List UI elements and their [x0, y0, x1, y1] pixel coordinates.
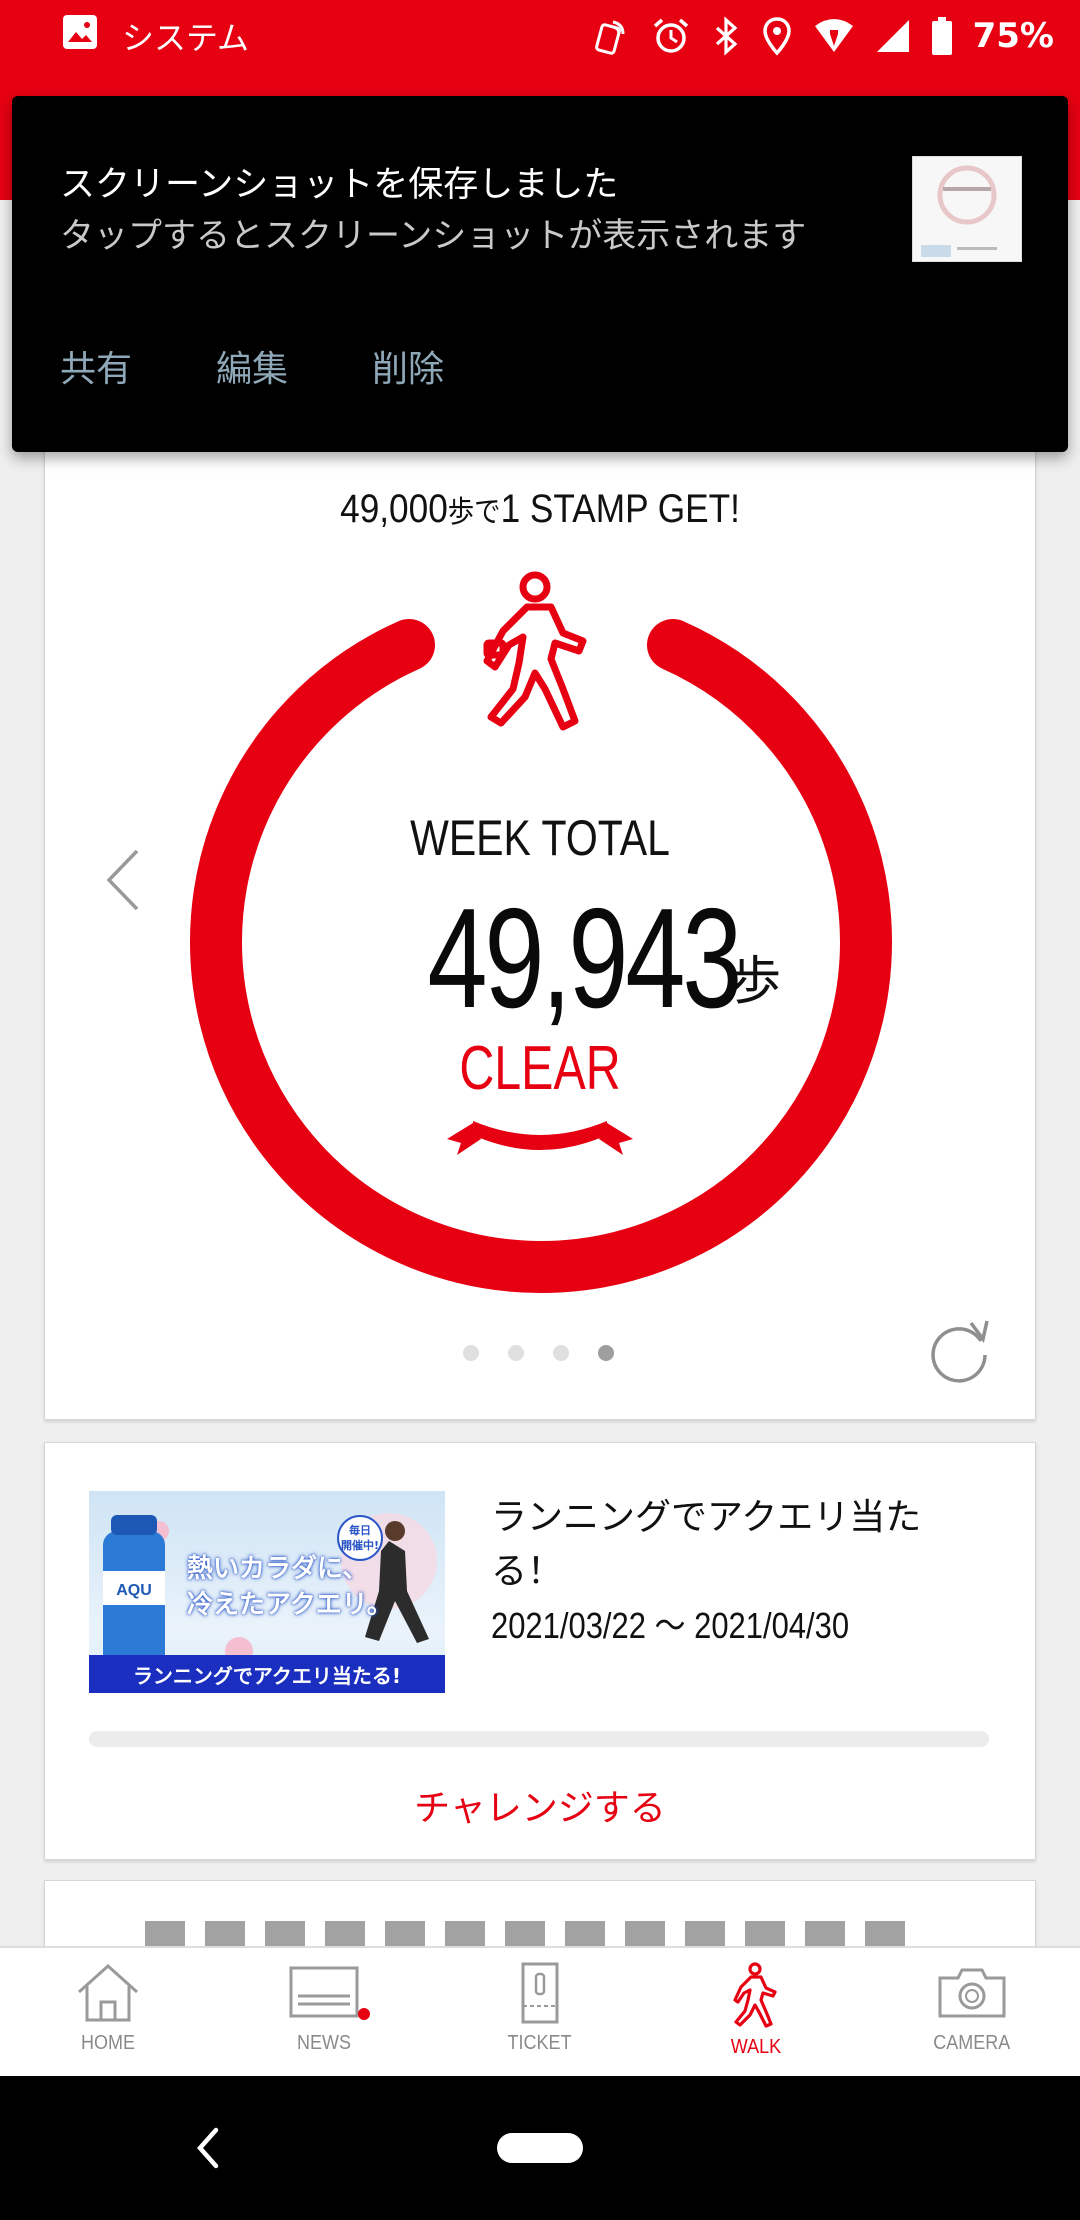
refresh-icon[interactable] — [923, 1313, 995, 1385]
location-icon — [761, 16, 793, 56]
banner-headline-line1: 熱いカラダに、 — [187, 1554, 369, 1584]
camera-icon — [938, 1968, 1006, 2018]
notification-actions: 共有 編集 削除 — [60, 340, 444, 392]
step-row: 49,943歩 — [45, 877, 1035, 1041]
back-icon[interactable] — [186, 2120, 230, 2176]
walker-icon — [483, 571, 587, 731]
status-bar-left: システム — [62, 14, 249, 58]
home-icon — [77, 1963, 139, 2022]
nav-camera-label: CAMERA — [933, 2032, 1011, 2054]
signal-icon — [875, 18, 911, 54]
page-dot[interactable] — [508, 1345, 524, 1361]
nav-home[interactable]: HOME — [0, 1948, 216, 2076]
stamp-suffix: 1 STAMP GET! — [500, 487, 740, 531]
banner-headline-line2: 冷えたアクエリ。 — [187, 1590, 393, 1620]
walk-icon — [733, 1962, 777, 2028]
status-app-name: システム — [122, 19, 250, 57]
nav-news-label: NEWS — [297, 2032, 351, 2054]
image-icon — [62, 14, 98, 58]
nav-home-label: HOME — [81, 2032, 135, 2054]
share-action[interactable]: 共有 — [60, 340, 132, 392]
campaign-banner[interactable]: AQU 毎日 開催中! 熱いカラダに、 冷えたアクエリ。 ランニングでアクエリ当… — [89, 1491, 445, 1693]
news-unread-badge — [358, 2008, 370, 2020]
banner-headline: 熱いカラダに、 冷えたアクエリ。 — [187, 1551, 393, 1623]
page-dot-active[interactable] — [598, 1345, 614, 1361]
nfc-icon — [591, 16, 631, 56]
ticket-icon — [521, 1962, 559, 2024]
bottom-nav: HOME NEWS TICKET WALK CAMERA — [0, 1946, 1080, 2076]
notification-title: スクリーンショットを保存しました — [60, 165, 619, 205]
svg-text:AQU: AQU — [116, 1582, 152, 1599]
screenshot-notification[interactable]: スクリーンショットを保存しました タップするとスクリーンショットが表示されます … — [12, 96, 1068, 452]
screenshot-thumbnail[interactable] — [912, 156, 1022, 262]
nav-ticket-label: TICKET — [507, 2032, 573, 2054]
clear-status: CLEAR — [459, 1034, 621, 1103]
page-dot[interactable] — [553, 1345, 569, 1361]
status-bar-right: 75% — [591, 14, 1054, 58]
status-bar: システム 75% — [0, 0, 1080, 72]
nav-ticket[interactable]: TICKET — [432, 1948, 648, 2076]
challenge-button[interactable]: チャレンジする — [45, 1779, 1035, 1831]
notification-text: タップするとスクリーンショットが表示されます — [60, 216, 807, 256]
alarm-icon — [651, 16, 691, 56]
challenge-progress-bar — [89, 1731, 989, 1747]
nav-camera[interactable]: CAMERA — [864, 1948, 1080, 2076]
week-total-label: WEEK TOTAL — [410, 810, 670, 866]
home-pill-button[interactable] — [497, 2133, 583, 2163]
system-navigation-bar — [0, 2076, 1080, 2220]
news-icon — [289, 1966, 359, 2018]
nav-walk-label: WALK — [730, 2036, 782, 2058]
nav-walk[interactable]: WALK — [648, 1948, 864, 2076]
campaign-period: 2021/03/22 〜 2021/04/30 — [491, 1605, 850, 1646]
step-count: 49,943 — [427, 879, 742, 1038]
ribbon-icon — [447, 1121, 633, 1155]
nav-news[interactable]: NEWS — [216, 1948, 432, 2076]
walk-card: 49,000歩で1 STAMP GET! WEEK TOTAL 49,943歩 … — [44, 420, 1036, 1420]
bluetooth-icon — [711, 16, 741, 56]
page-dot[interactable] — [463, 1345, 479, 1361]
stamp-steps: 49,000 — [340, 487, 448, 531]
page-indicator — [463, 1345, 614, 1361]
battery-icon — [931, 16, 953, 56]
edit-action[interactable]: 編集 — [216, 340, 288, 392]
campaign-title[interactable]: ランニングでアクエリ当たる！ — [491, 1491, 991, 1599]
banner-footer: ランニングでアクエリ当たる! — [89, 1655, 445, 1693]
previous-week-arrow-icon[interactable] — [101, 845, 145, 915]
delete-action[interactable]: 削除 — [372, 340, 444, 392]
battery-percent: 75% — [972, 16, 1054, 56]
stamp-goal: 49,000歩で1 STAMP GET! — [104, 487, 975, 532]
wifi-icon — [813, 18, 855, 54]
stamp-connector: 歩で — [447, 496, 501, 529]
challenge-card[interactable]: AQU 毎日 開催中! 熱いカラダに、 冷えたアクエリ。 ランニングでアクエリ当… — [44, 1442, 1036, 1860]
